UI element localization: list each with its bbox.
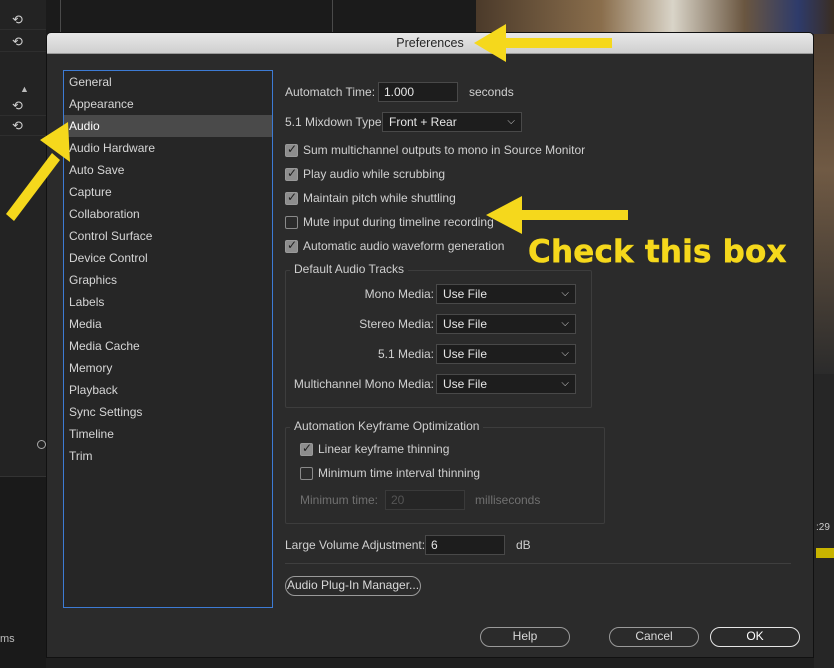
arrow-left-icon [486, 196, 628, 234]
arrow-left-icon [474, 24, 612, 62]
annotation-text: Check this box [528, 234, 787, 271]
arrow-up-right-icon [6, 122, 70, 221]
annotation-arrows [6, 24, 628, 234]
